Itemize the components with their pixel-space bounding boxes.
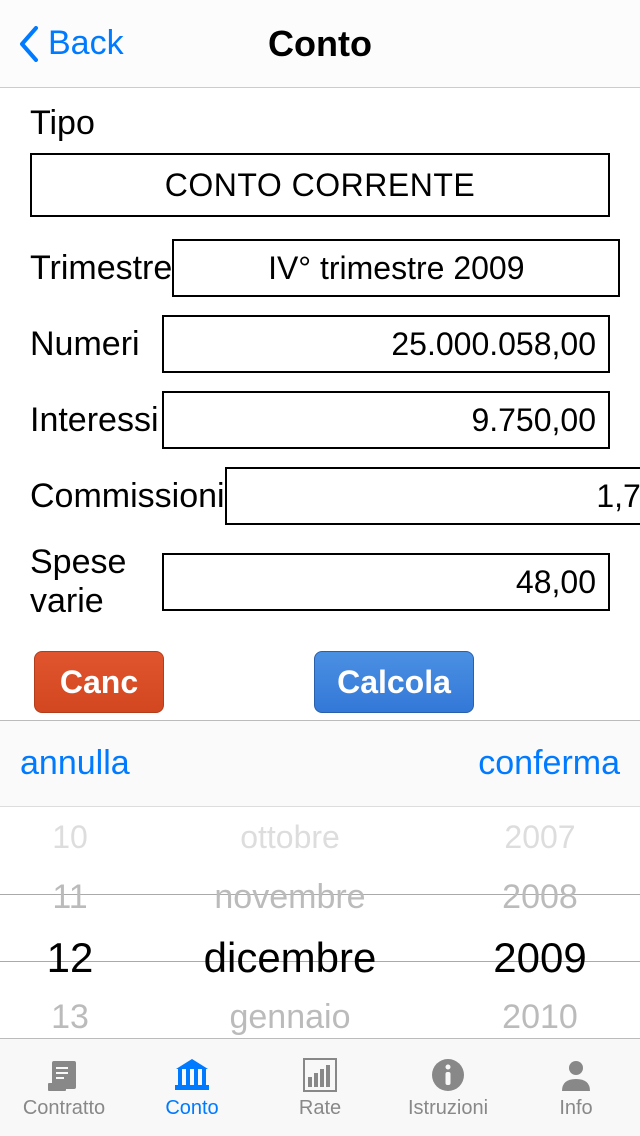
wheel-item: 2008 [440,868,640,928]
date-picker: annulla conferma 10 11 12 13 ottobre nov… [0,720,640,1048]
tab-label: Istruzioni [408,1097,488,1120]
tipo-label: Tipo [30,104,610,143]
tab-conto[interactable]: Conto [128,1039,256,1136]
tab-label: Conto [165,1097,218,1120]
numeri-input[interactable] [162,315,610,373]
tab-info[interactable]: Info [512,1039,640,1136]
picker-cancel-button[interactable]: annulla [20,744,130,783]
trimestre-input[interactable] [172,239,620,297]
chevron-left-icon [18,26,40,62]
picker-confirm-button[interactable]: conferma [478,744,620,783]
day-wheel[interactable]: 10 11 12 13 [0,807,140,1048]
tab-bar: Contratto Conto Rate Istruzioni Info [0,1038,640,1136]
spese-input[interactable] [162,553,610,611]
tab-label: Info [559,1097,592,1120]
wheel-item: 2007 [440,808,640,868]
wheel-item: 10 [0,808,140,868]
interessi-label: Interessi [30,401,162,440]
wheel-item-selected: 2009 [440,928,640,988]
picker-toolbar: annulla conferma [0,721,640,807]
commissioni-label: Commissioni [30,477,225,516]
header: Back Conto [0,0,640,88]
page-title: Conto [268,23,372,65]
year-wheel[interactable]: 2007 2008 2009 2010 [440,807,640,1048]
tab-contratto[interactable]: Contratto [0,1039,128,1136]
bar-chart-icon [300,1055,340,1095]
info-icon [428,1055,468,1095]
commissioni-input[interactable] [225,467,640,525]
tipo-select[interactable]: CONTO CORRENTE [30,153,610,217]
tab-label: Rate [299,1097,341,1120]
bank-icon [172,1055,212,1095]
back-label: Back [48,24,124,63]
calculate-button[interactable]: Calcola [314,651,474,713]
document-icon [44,1055,84,1095]
interessi-input[interactable] [162,391,610,449]
tab-istruzioni[interactable]: Istruzioni [384,1039,512,1136]
tab-label: Contratto [23,1097,105,1120]
wheel-item-selected: 12 [0,928,140,988]
trimestre-label: Trimestre [30,249,172,288]
picker-wheels[interactable]: 10 11 12 13 ottobre novembre dicembre ge… [0,807,640,1048]
back-button[interactable]: Back [18,24,124,63]
month-wheel[interactable]: ottobre novembre dicembre gennaio [140,807,440,1048]
cancel-button[interactable]: Canc [34,651,164,713]
wheel-item: 11 [0,868,140,928]
form-content: Tipo CONTO CORRENTE Trimestre Numeri Int… [0,88,640,713]
wheel-item: novembre [140,868,440,928]
spese-label: Spese varie [30,543,162,621]
person-icon [556,1055,596,1095]
wheel-item: ottobre [140,808,440,868]
numeri-label: Numeri [30,325,162,364]
wheel-item-selected: dicembre [140,928,440,988]
tab-rate[interactable]: Rate [256,1039,384,1136]
